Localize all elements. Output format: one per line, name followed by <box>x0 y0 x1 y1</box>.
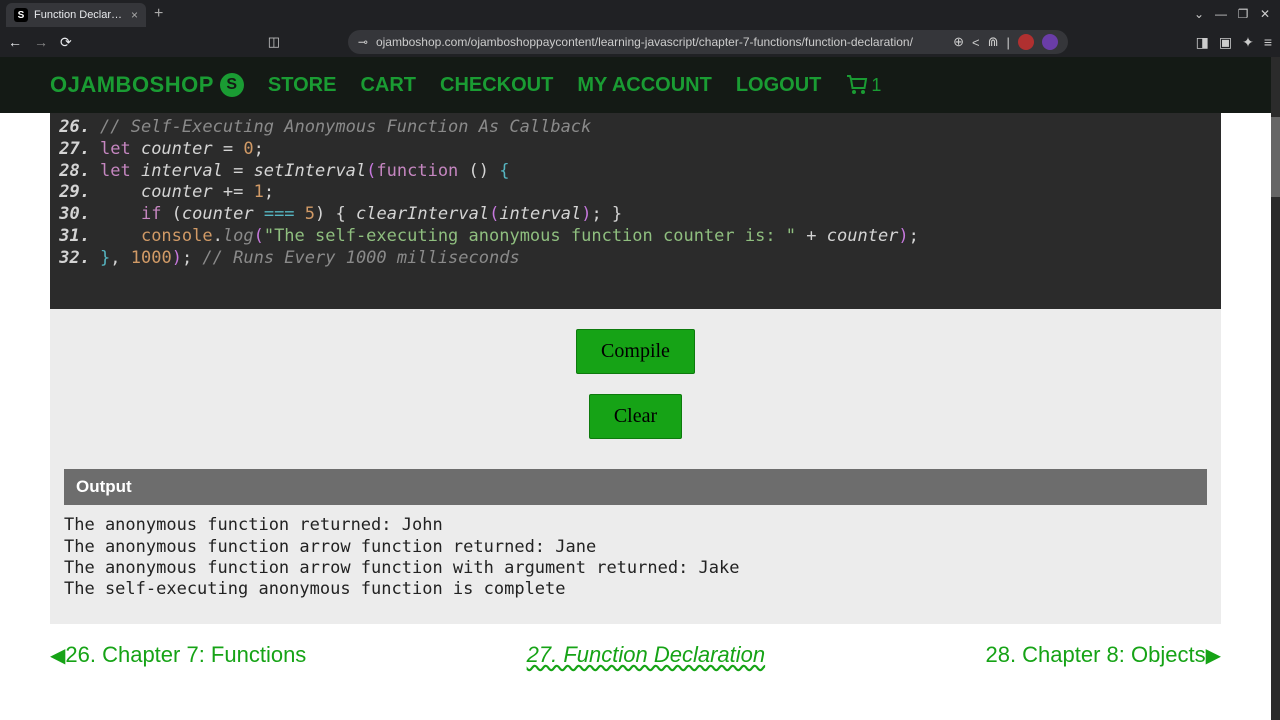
code-content: console.log("The self-executing anonymou… <box>100 226 919 248</box>
cart-count: 1 <box>871 75 881 96</box>
nav-store[interactable]: STORE <box>268 74 337 97</box>
code-line: 26.// Self-Executing Anonymous Function … <box>50 117 1221 139</box>
line-number: 31. <box>50 226 100 248</box>
line-number: 29. <box>50 182 100 204</box>
bookmark-icon[interactable]: ◫ <box>268 34 280 50</box>
output-panel: Output The anonymous function returned: … <box>50 469 1221 624</box>
back-icon[interactable]: ← <box>8 34 22 50</box>
pager-prev-label: 26. Chapter 7: Functions <box>65 642 306 668</box>
line-number: 26. <box>50 117 100 139</box>
pager-prev[interactable]: ◀26. Chapter 7: Functions <box>50 642 306 668</box>
code-content: counter += 1; <box>100 182 274 204</box>
code-content: if (counter === 5) { clearInterval(inter… <box>100 204 622 226</box>
page-viewport: OJAMBOSHOP S STORE CART CHECKOUT MY ACCO… <box>0 57 1271 720</box>
line-number: 32. <box>50 248 100 270</box>
cart-icon <box>845 73 869 97</box>
separator-icon: | <box>1007 35 1010 50</box>
menu-icon[interactable]: ≡ <box>1264 34 1272 50</box>
brand-badge-icon: S <box>220 73 244 97</box>
code-content: let counter = 0; <box>100 139 264 161</box>
scrollbar-track[interactable] <box>1271 57 1280 720</box>
site-info-icon[interactable]: ⊸ <box>358 35 368 49</box>
zoom-icon[interactable]: ⊕ <box>953 34 964 50</box>
code-line: 27.let counter = 0; <box>50 139 1221 161</box>
share-icon[interactable]: < <box>972 35 980 50</box>
nav-my-account[interactable]: MY ACCOUNT <box>577 74 711 97</box>
new-tab-button[interactable]: + <box>154 5 163 23</box>
button-area: Compile Clear <box>50 309 1221 469</box>
pager-current[interactable]: 27. Function Declaration <box>527 642 765 668</box>
code-content: let interval = setInterval(function () { <box>100 161 510 183</box>
pager: ◀26. Chapter 7: Functions 27. Function D… <box>0 624 1271 708</box>
nav-buttons: ← → ⟳ <box>8 34 72 51</box>
triangle-right-icon: ▶ <box>1206 643 1221 668</box>
extensions-icon[interactable]: ▣ <box>1219 34 1232 51</box>
triangle-left-icon: ◀ <box>50 643 65 668</box>
browser-toolbar: ← → ⟳ ◫ ⊸ ojamboshop.com/ojamboshoppayco… <box>0 27 1280 57</box>
clear-button[interactable]: Clear <box>589 394 682 439</box>
code-content: // Self-Executing Anonymous Function As … <box>100 117 591 139</box>
code-line: 28.let interval = setInterval(function (… <box>50 161 1221 183</box>
close-tab-icon[interactable]: × <box>131 8 138 22</box>
favicon-icon: S <box>14 8 28 22</box>
reload-icon[interactable]: ⟳ <box>60 34 72 51</box>
code-line: 32.}, 1000); // Runs Every 1000 millisec… <box>50 248 1221 270</box>
maximize-icon[interactable]: ❐ <box>1234 7 1252 21</box>
extension-brave-icon[interactable] <box>1018 34 1034 50</box>
rss-icon[interactable]: ⋒ <box>988 34 999 50</box>
pager-next[interactable]: 28. Chapter 8: Objects▶ <box>985 642 1221 668</box>
url-bar[interactable]: ⊸ ojamboshop.com/ojamboshoppaycontent/le… <box>348 30 1068 54</box>
output-header: Output <box>64 469 1207 505</box>
extension-purple-icon[interactable] <box>1042 34 1058 50</box>
code-block: 26.// Self-Executing Anonymous Function … <box>50 113 1221 309</box>
browser-chrome: S Function Declaration - Ojam × + ⌄ — ❐ … <box>0 0 1280 57</box>
output-body: The anonymous function returned: John Th… <box>64 515 1207 600</box>
window-controls: ⌄ — ❐ ✕ <box>1190 0 1274 27</box>
code-content: }, 1000); // Runs Every 1000 millisecond… <box>100 248 520 270</box>
nav-checkout[interactable]: CHECKOUT <box>440 74 553 97</box>
code-line: 29. counter += 1; <box>50 182 1221 204</box>
tab-bar: S Function Declaration - Ojam × + ⌄ — ❐ … <box>0 0 1280 27</box>
sparkle-icon[interactable]: ✦ <box>1242 34 1254 51</box>
nav-logout[interactable]: LOGOUT <box>736 74 822 97</box>
line-number: 28. <box>50 161 100 183</box>
sidebar-icon[interactable]: ◨ <box>1196 34 1209 51</box>
code-line: 31. console.log("The self-executing anon… <box>50 226 1221 248</box>
forward-icon[interactable]: → <box>34 34 48 50</box>
url-text: ojamboshop.com/ojamboshoppaycontent/lear… <box>376 35 945 49</box>
browser-tab[interactable]: S Function Declaration - Ojam × <box>6 3 146 27</box>
toolbar-right: ◨ ▣ ✦ ≡ <box>1196 34 1272 51</box>
nav-cart[interactable]: CART <box>360 74 416 97</box>
cart-widget[interactable]: 1 <box>845 73 881 97</box>
tab-title: Function Declaration - Ojam <box>34 9 125 21</box>
pager-next-label: 28. Chapter 8: Objects <box>985 642 1205 668</box>
close-window-icon[interactable]: ✕ <box>1256 7 1274 21</box>
site-nav: OJAMBOSHOP S STORE CART CHECKOUT MY ACCO… <box>0 57 1271 113</box>
minimize-icon[interactable]: — <box>1212 7 1230 21</box>
line-number: 30. <box>50 204 100 226</box>
code-line: 30. if (counter === 5) { clearInterval(i… <box>50 204 1221 226</box>
line-number: 27. <box>50 139 100 161</box>
brand[interactable]: OJAMBOSHOP S <box>50 72 244 98</box>
compile-button[interactable]: Compile <box>576 329 695 374</box>
brand-text: OJAMBOSHOP <box>50 72 214 98</box>
dropdown-icon[interactable]: ⌄ <box>1190 7 1208 21</box>
scrollbar-thumb[interactable] <box>1271 117 1280 197</box>
